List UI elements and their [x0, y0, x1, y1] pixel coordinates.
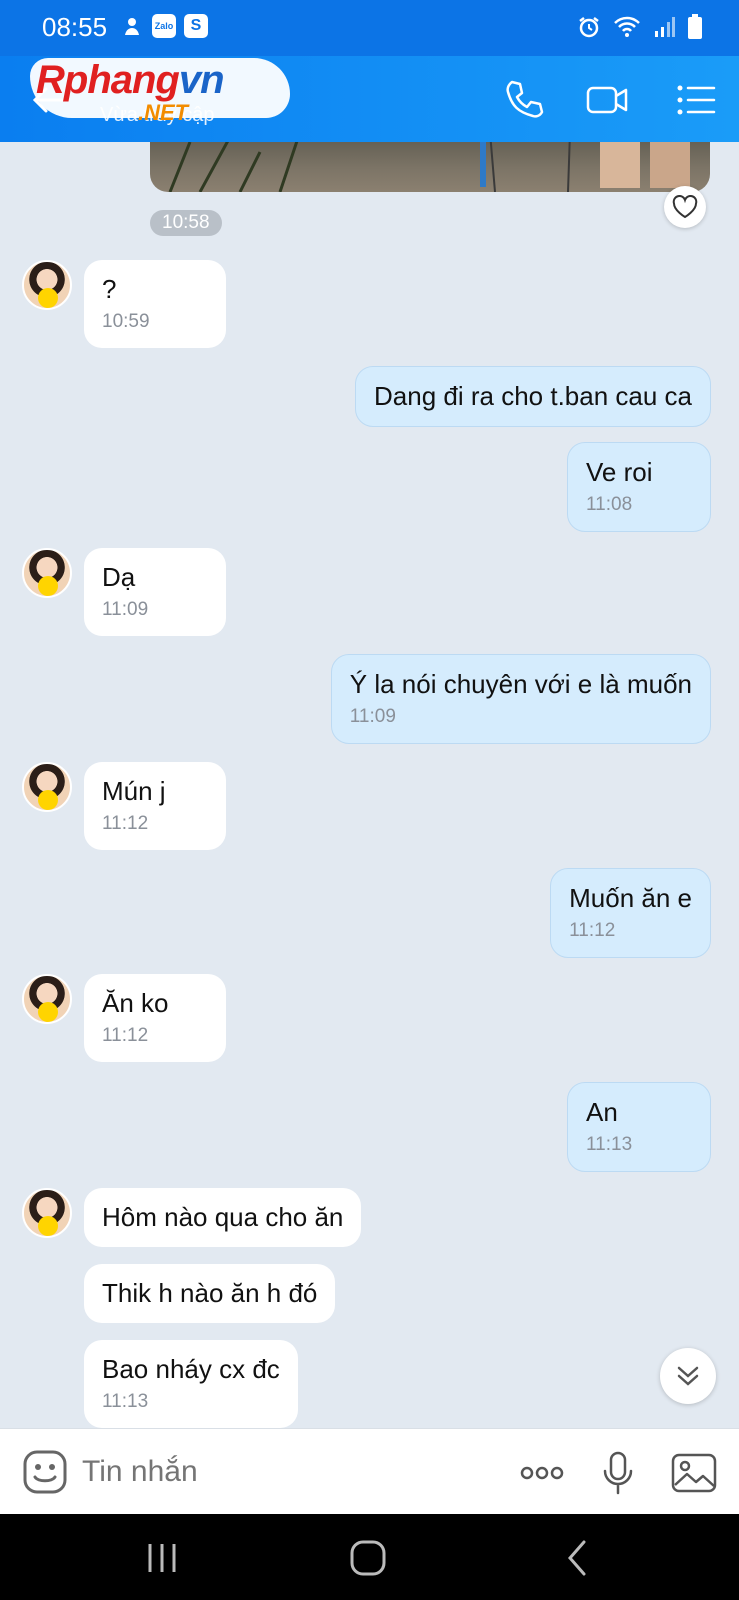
video-call-icon[interactable]: [584, 76, 632, 124]
sticker-icon: [38, 1002, 58, 1022]
message-time: 11:09: [102, 599, 149, 621]
message-bubble-outgoing[interactable]: An 11:13: [567, 1082, 711, 1172]
more-options-icon[interactable]: [518, 1449, 566, 1497]
s-notification-icon: S: [184, 14, 208, 38]
message-text: Hôm nào qua cho ăn: [102, 1202, 344, 1232]
avatar[interactable]: [22, 1188, 72, 1238]
message-time: 10:59: [102, 311, 150, 333]
message-time: 11:12: [102, 813, 149, 835]
message-bubble-incoming[interactable]: Hôm nào qua cho ăn: [84, 1188, 362, 1248]
battery-icon: [688, 14, 702, 39]
image-gallery-icon[interactable]: [670, 1449, 718, 1497]
double-chevron-down-icon: [677, 1366, 699, 1386]
message-bubble-incoming[interactable]: Bao nháy cx đc 11:13: [84, 1340, 298, 1428]
menu-list-icon[interactable]: [672, 76, 720, 124]
sticker-icon: [38, 576, 58, 596]
home-icon[interactable]: [346, 1536, 390, 1580]
message-time: 11:13: [102, 1391, 149, 1413]
status-bar: 08:55 Zalo S: [0, 0, 739, 56]
chat-area[interactable]: 10:58 ? 10:59 Dang đi ra cho t.ban cau c…: [0, 142, 739, 1428]
message-bubble-incoming[interactable]: Ăn ko 11:12: [84, 974, 226, 1062]
message-time: 11:12: [569, 920, 616, 942]
message-bubble-incoming[interactable]: Thik h nào ăn h đó: [84, 1264, 336, 1324]
message-bubble-outgoing[interactable]: Ve roi 11:08: [567, 442, 711, 532]
message-text: Ve roi: [586, 457, 653, 487]
message-text: Dạ: [102, 562, 136, 592]
message-input[interactable]: [82, 1451, 482, 1493]
sticker-icon: [38, 288, 58, 308]
zalo-notification-icon: Zalo: [152, 14, 176, 38]
avatar[interactable]: [22, 260, 72, 310]
react-heart-button[interactable]: [664, 186, 706, 228]
message-text: Ý la nói chuyên với e là muốn: [349, 669, 692, 699]
message-time: 11:13: [586, 1134, 633, 1156]
watermark-suffix: .NET: [138, 100, 189, 125]
message-text: Thik h nào ăn h đó: [102, 1278, 318, 1308]
back-nav-icon[interactable]: [556, 1536, 600, 1580]
message-bubble-outgoing[interactable]: Dang đi ra cho t.ban cau ca: [355, 366, 711, 428]
alarm-icon: [579, 17, 599, 38]
avatar[interactable]: [22, 548, 72, 598]
message-bubble-outgoing[interactable]: Muốn ăn e 11:12: [550, 868, 711, 958]
avatar[interactable]: [22, 974, 72, 1024]
signal-icon: [655, 17, 675, 37]
time-separator: 10:58: [150, 210, 222, 236]
message-bubble-incoming[interactable]: ? 10:59: [84, 260, 226, 348]
message-text: Ăn ko: [102, 988, 169, 1018]
system-icons: [577, 14, 703, 40]
message-text: Dang đi ra cho t.ban cau ca: [374, 381, 692, 411]
app-notification-icon: [120, 14, 144, 38]
message-bubble-outgoing[interactable]: Ý la nói chuyên với e là muốn 11:09: [330, 654, 711, 744]
system-navigation-bar: [0, 1514, 739, 1600]
message-bubble-incoming[interactable]: Mún j 11:12: [84, 762, 226, 850]
heart-icon: [672, 195, 698, 219]
message-text: Bao nháy cx đc: [102, 1354, 280, 1384]
microphone-icon[interactable]: [594, 1449, 642, 1497]
message-bubble-incoming[interactable]: Dạ 11:09: [84, 548, 226, 636]
wifi-icon: [614, 16, 640, 37]
emoji-icon[interactable]: [22, 1449, 68, 1495]
watermark-text: Rphangvn: [36, 58, 225, 102]
status-time: 08:55: [42, 12, 108, 42]
recent-apps-icon[interactable]: [140, 1536, 184, 1580]
message-time: 11:08: [586, 494, 633, 516]
message-text: ?: [102, 274, 117, 304]
message-text: Muốn ăn e: [569, 883, 692, 913]
message-time: 11:09: [349, 706, 396, 728]
notification-icons: Zalo S: [120, 14, 208, 38]
voice-call-icon[interactable]: [500, 76, 548, 124]
message-time: 11:12: [102, 1025, 149, 1047]
message-text: Mún j: [102, 776, 166, 806]
shared-photo[interactable]: [150, 142, 710, 192]
message-input-bar: [0, 1428, 739, 1514]
avatar[interactable]: [22, 762, 72, 812]
message-text: An: [586, 1097, 618, 1127]
sticker-icon: [38, 1216, 58, 1236]
scroll-to-bottom-button[interactable]: [660, 1348, 716, 1404]
sticker-icon: [38, 790, 58, 810]
